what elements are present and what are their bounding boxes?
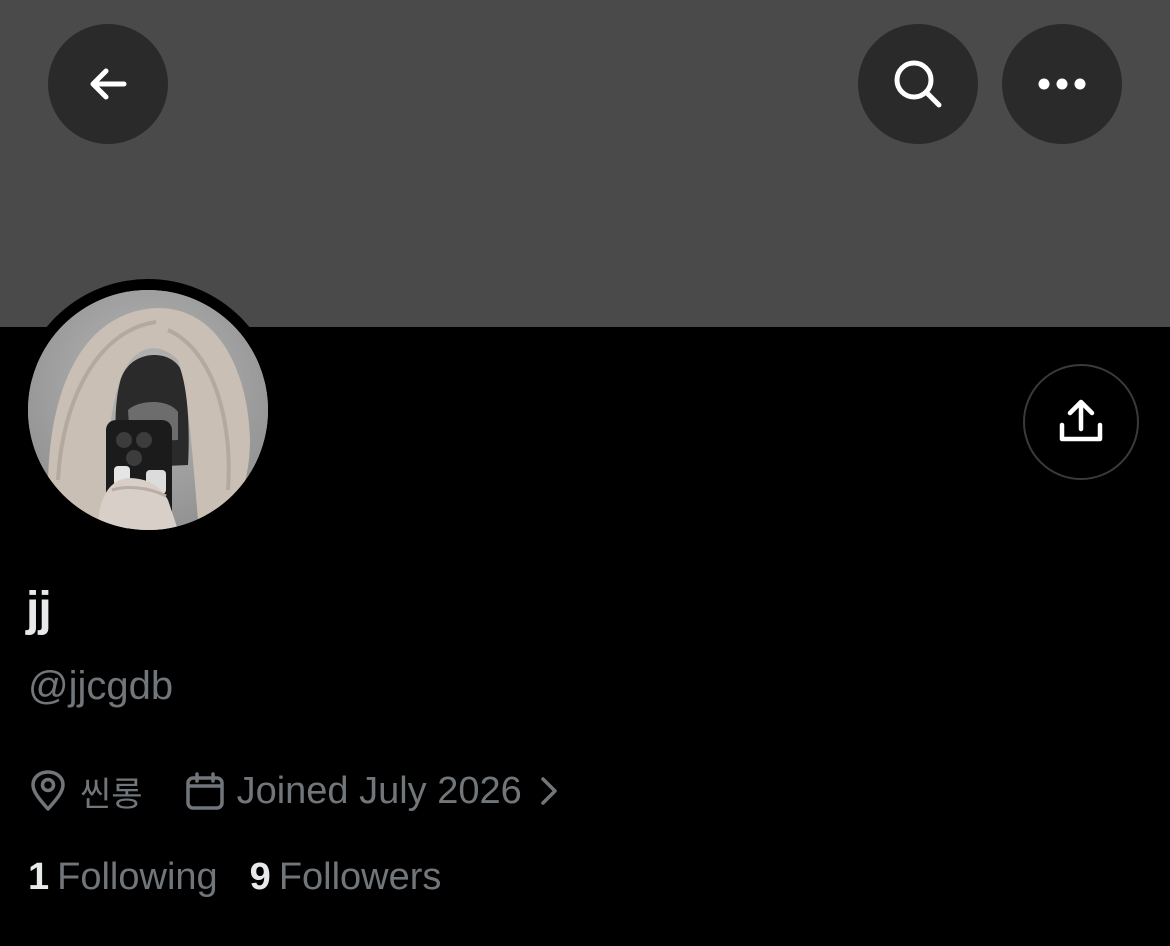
display-name: jj: [26, 583, 52, 636]
chevron-right-icon: [541, 777, 557, 805]
arrow-left-icon: [90, 68, 127, 100]
back-button[interactable]: [48, 24, 168, 144]
share-upload-icon: [1059, 399, 1103, 442]
following-label: Following: [57, 855, 218, 898]
followers-count: 9: [249, 855, 271, 898]
followers-link[interactable]: 9 Followers: [250, 856, 442, 899]
profile-meta-row: 씬롱 Joined July 2026: [28, 766, 558, 816]
profile-banner[interactable]: [0, 0, 1170, 327]
location-pin-icon: [31, 770, 65, 811]
joined-date-label: Joined July 2026: [236, 769, 522, 812]
following-count: 1: [28, 855, 50, 898]
follow-stats-row: 1 Following 9 Followers: [28, 852, 441, 902]
avatar-image: [28, 290, 268, 530]
search-icon: [894, 60, 942, 108]
joined-date-item[interactable]: Joined July 2026: [185, 770, 558, 813]
location-item: 씬롱: [28, 767, 143, 816]
more-button[interactable]: [1002, 24, 1122, 144]
search-button[interactable]: [858, 24, 978, 144]
more-horizontal-icon: [1038, 78, 1086, 90]
location-label: 씬롱: [80, 774, 143, 815]
avatar[interactable]: [28, 290, 268, 530]
user-handle: @jjcgdb: [28, 664, 174, 708]
calendar-icon: [185, 772, 224, 810]
share-button[interactable]: [1023, 364, 1139, 480]
following-link[interactable]: 1 Following: [28, 856, 218, 899]
followers-label: Followers: [278, 855, 442, 898]
